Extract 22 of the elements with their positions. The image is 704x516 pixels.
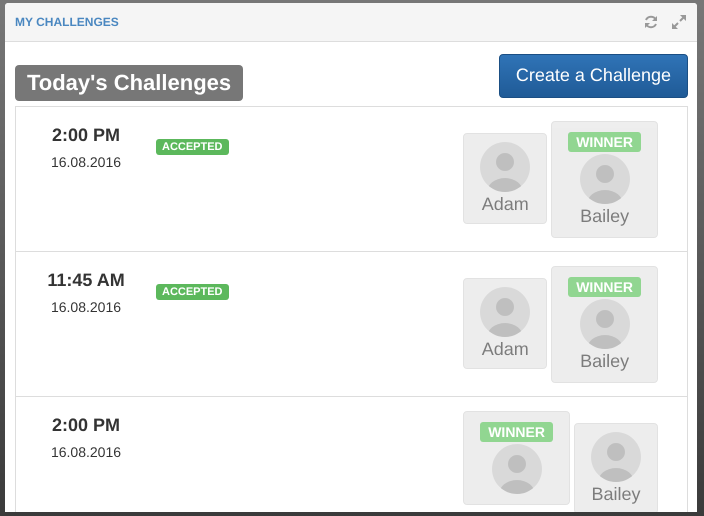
challenge-time: 2:00 PM [50, 125, 122, 146]
challenge-time: 2:00 PM [50, 415, 122, 436]
participant-name: Bailey [580, 206, 630, 227]
create-challenge-button[interactable]: Create a Challenge [498, 54, 688, 98]
participant-name: Adam [482, 339, 529, 360]
panel-title: MY CHALLENGES [15, 15, 119, 29]
status-badge: ACCEPTED [156, 139, 229, 155]
avatar-placeholder [591, 432, 641, 482]
participant-name: Bailey [580, 351, 630, 372]
winner-badge: WINNER [568, 277, 641, 297]
challenge-date: 16.08.2016 [50, 444, 122, 460]
challenge-date: 16.08.2016 [50, 299, 122, 315]
participant-name: Adam [482, 194, 529, 215]
challenge-time: 11:45 AM [46, 270, 126, 291]
section-heading: Today's Challenges [15, 65, 244, 101]
status-badge: ACCEPTED [156, 284, 229, 300]
winner-badge: WINNER [480, 422, 553, 442]
winner-badge: WINNER [568, 132, 641, 152]
challenge-date: 16.08.2016 [50, 154, 122, 170]
participant-name: Bailey [591, 484, 641, 505]
refresh-icon[interactable] [643, 14, 659, 30]
expand-icon[interactable] [671, 14, 687, 30]
